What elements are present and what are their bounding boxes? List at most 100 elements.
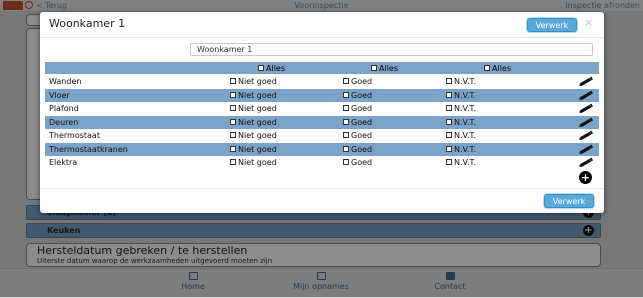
row-label: Elektra <box>49 158 78 167</box>
option-goed[interactable]: Goed <box>343 118 372 127</box>
table-row: Vloer Niet goed Goed N.V.T. <box>45 88 599 102</box>
option-label: Goed <box>351 131 373 140</box>
option-nvt[interactable]: N.V.T. <box>446 118 476 127</box>
divider <box>40 188 604 189</box>
option-label: Niet goed <box>238 131 277 140</box>
room-name-input[interactable] <box>190 43 593 56</box>
table-header: Alles Alles Alles <box>45 62 599 74</box>
option-label: Goed <box>351 144 373 154</box>
checkbox[interactable] <box>371 65 377 71</box>
select-all-label: Alles <box>492 64 512 73</box>
checkbox[interactable] <box>446 105 452 111</box>
option-niet-goed[interactable]: Niet goed <box>230 131 277 140</box>
option-label: N.V.T. <box>454 104 476 113</box>
checkbox[interactable] <box>230 91 236 98</box>
pencil-icon[interactable] <box>578 144 594 155</box>
checkbox[interactable] <box>230 132 236 138</box>
checkbox[interactable] <box>258 65 264 71</box>
row-label: Thermostaatkranen <box>49 144 128 154</box>
checkbox[interactable] <box>230 105 236 111</box>
option-label: Niet goed <box>238 104 277 113</box>
checkbox[interactable] <box>230 159 236 165</box>
verwerk-button-bottom[interactable]: Verwerk <box>544 194 594 208</box>
select-all-niet-goed[interactable]: Alles <box>258 64 285 73</box>
option-label: N.V.T. <box>454 131 476 140</box>
select-all-label: Alles <box>266 64 286 73</box>
plus-circle-icon[interactable]: + <box>579 171 592 184</box>
checkbox[interactable] <box>446 91 452 98</box>
pencil-icon[interactable] <box>578 103 594 114</box>
checkbox[interactable] <box>446 132 452 138</box>
pencil-icon[interactable] <box>578 76 594 87</box>
table-row: Elektra Niet goed Goed N.V.T. <box>45 156 599 170</box>
modal-title: Woonkamer 1 <box>49 17 126 30</box>
option-label: N.V.T. <box>454 158 476 167</box>
option-nvt[interactable]: N.V.T. <box>446 77 476 86</box>
option-nvt[interactable]: N.V.T. <box>446 91 476 100</box>
checkbox[interactable] <box>343 145 349 152</box>
option-goed[interactable]: Goed <box>343 158 372 167</box>
checkbox[interactable] <box>343 105 349 111</box>
table-row: Plafond Niet goed Goed N.V.T. <box>45 102 599 116</box>
checkbox[interactable] <box>446 159 452 165</box>
checkbox[interactable] <box>446 118 452 125</box>
option-nvt[interactable]: N.V.T. <box>446 145 476 154</box>
checkbox[interactable] <box>343 132 349 138</box>
option-label: N.V.T. <box>454 90 476 100</box>
option-label: Goed <box>351 158 373 167</box>
option-niet-goed[interactable]: Niet goed <box>230 77 277 86</box>
checkbox[interactable] <box>484 65 490 71</box>
select-all-goed[interactable]: Alles <box>371 64 398 73</box>
checkbox[interactable] <box>343 78 349 84</box>
row-label: Thermostaat <box>49 131 100 140</box>
option-niet-goed[interactable]: Niet goed <box>230 158 277 167</box>
option-nvt[interactable]: N.V.T. <box>446 158 476 167</box>
option-label: N.V.T. <box>454 117 476 127</box>
option-goed[interactable]: Goed <box>343 77 372 86</box>
option-niet-goed[interactable]: Niet goed <box>230 145 277 154</box>
row-label: Wanden <box>49 77 82 86</box>
pencil-icon[interactable] <box>578 157 594 168</box>
checkbox[interactable] <box>343 159 349 165</box>
select-all-label: Alles <box>379 64 399 73</box>
option-label: Goed <box>351 90 373 100</box>
option-nvt[interactable]: N.V.T. <box>446 104 476 113</box>
option-label: Goed <box>351 77 373 86</box>
verwerk-button-top[interactable]: Verwerk <box>527 18 577 32</box>
option-label: Niet goed <box>238 90 277 100</box>
checkbox[interactable] <box>446 78 452 84</box>
option-niet-goed[interactable]: Niet goed <box>230 118 277 127</box>
row-label: Vloer <box>49 90 70 100</box>
checkbox[interactable] <box>343 118 349 125</box>
option-label: Niet goed <box>238 144 277 154</box>
option-label: Goed <box>351 104 373 113</box>
option-nvt[interactable]: N.V.T. <box>446 131 476 140</box>
checkbox[interactable] <box>230 145 236 152</box>
option-goed[interactable]: Goed <box>343 131 372 140</box>
checkbox[interactable] <box>230 118 236 125</box>
option-goed[interactable]: Goed <box>343 145 372 154</box>
checkbox[interactable] <box>446 145 452 152</box>
option-label: N.V.T. <box>454 144 476 154</box>
select-all-nvt[interactable]: Alles <box>484 64 511 73</box>
option-label: Goed <box>351 117 373 127</box>
option-label: Niet goed <box>238 117 277 127</box>
option-goed[interactable]: Goed <box>343 91 372 100</box>
row-label: Plafond <box>49 104 79 113</box>
pencil-icon[interactable] <box>578 90 594 101</box>
table-row: Deuren Niet goed Goed N.V.T. <box>45 115 599 129</box>
checkbox[interactable] <box>230 78 236 84</box>
pencil-icon[interactable] <box>578 130 594 141</box>
option-niet-goed[interactable]: Niet goed <box>230 91 277 100</box>
table-row: Wanden Niet goed Goed N.V.T. <box>45 75 599 89</box>
pencil-icon[interactable] <box>578 117 594 128</box>
option-label: Niet goed <box>238 77 277 86</box>
option-label: N.V.T. <box>454 77 476 86</box>
close-icon[interactable]: × <box>584 16 593 29</box>
divider <box>40 37 604 38</box>
checkbox[interactable] <box>343 91 349 98</box>
option-niet-goed[interactable]: Niet goed <box>230 104 277 113</box>
option-label: Niet goed <box>238 158 277 167</box>
row-label: Deuren <box>49 117 79 127</box>
option-goed[interactable]: Goed <box>343 104 372 113</box>
